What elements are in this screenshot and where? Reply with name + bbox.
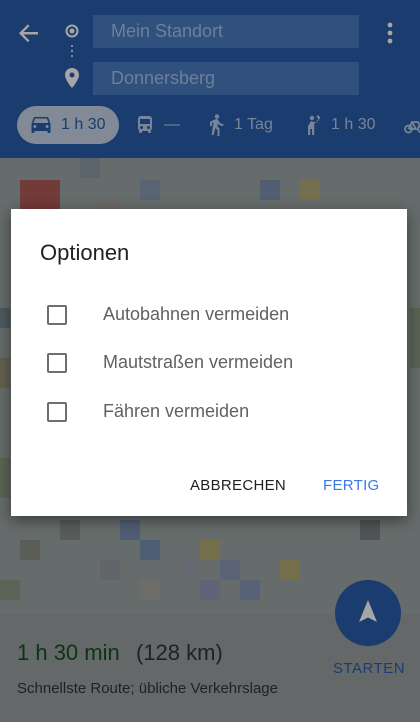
avoid-highways-label: Autobahnen vermeiden <box>103 304 290 324</box>
option-avoid-ferries[interactable]: Fähren vermeiden <box>47 400 249 424</box>
done-button[interactable]: FERTIG <box>323 477 380 494</box>
options-dialog: Optionen Autobahnen vermeiden Mautstraße… <box>11 209 407 516</box>
dialog-title: Optionen <box>40 240 130 265</box>
avoid-tolls-checkbox[interactable] <box>47 353 67 373</box>
avoid-tolls-label: Mautstraßen vermeiden <box>103 352 294 372</box>
option-avoid-highways[interactable]: Autobahnen vermeiden <box>47 303 289 327</box>
avoid-highways-checkbox[interactable] <box>47 305 67 325</box>
option-avoid-tolls[interactable]: Mautstraßen vermeiden <box>47 351 293 375</box>
avoid-ferries-checkbox[interactable] <box>47 402 67 422</box>
cancel-button[interactable]: ABBRECHEN <box>190 477 286 494</box>
avoid-ferries-label: Fähren vermeiden <box>103 401 250 421</box>
